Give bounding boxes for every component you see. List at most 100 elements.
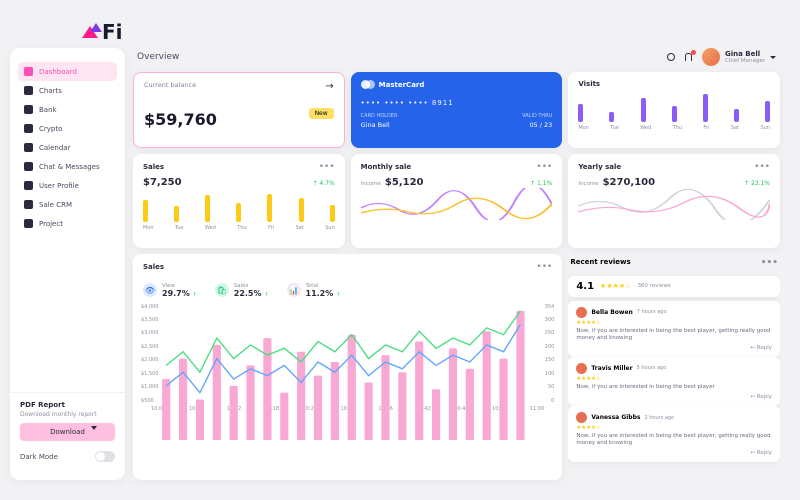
reviews-menu-button[interactable]: ••• [761, 258, 778, 268]
card-holder: Gina Bell [361, 121, 390, 129]
metric-icon: 👁 [143, 283, 157, 297]
combo-chart: $4,000$3,500$3,000$2,500$2,000$1,500$1,0… [143, 304, 552, 404]
metric-view: 👁View29.7% ↑ [143, 283, 197, 298]
sidebar-item-charts[interactable]: Charts [18, 81, 117, 100]
star-icon: ★★★★☆ [600, 282, 631, 290]
download-button[interactable]: Download [20, 423, 115, 441]
bar [236, 203, 241, 222]
rating-value: 4.1 [576, 281, 594, 292]
bar [205, 195, 210, 221]
nav-icon [24, 143, 33, 152]
nav-icon [24, 105, 33, 114]
nav-icon [24, 67, 33, 76]
monthly-menu-button[interactable]: ••• [536, 162, 552, 172]
bar [267, 194, 272, 222]
bar [641, 98, 646, 122]
balance-amount: $59,760 [144, 110, 217, 129]
nav-label: Bank [39, 106, 57, 114]
yearly-sale-card: Yearly sale••• Income$270,10023.1% [568, 154, 780, 248]
bar [174, 206, 179, 222]
notification-badge [691, 50, 696, 55]
yearly-sparkline [578, 188, 770, 220]
credit-card: MasterCard •••• •••• •••• 8911 CARD HOLD… [351, 72, 563, 148]
big-sales-chart-card: Sales ••• 👁View29.7% ↑ 🛍Sales22.5% ↑ 📊Total… [133, 254, 562, 480]
metric-total: 📊Total11.2% ↑ [287, 283, 341, 298]
user-role: Chief Manager [725, 58, 765, 64]
settings-button[interactable] [666, 52, 676, 62]
review-text: Now, if you are interested in being the … [576, 328, 772, 342]
yearly-pct: 23.1% [744, 180, 770, 187]
nav-icon [24, 86, 33, 95]
review-time: 5 hours ago [637, 365, 667, 371]
sales-pct: 4.7% [312, 180, 334, 187]
dark-mode-toggle[interactable] [95, 451, 115, 462]
review-count: 360 reviews [637, 283, 670, 289]
bar [703, 94, 708, 122]
balance-card: Current balance → $59,760 New [133, 72, 345, 148]
yearly-label: Income [578, 181, 598, 187]
brand-logo: Fi [82, 20, 123, 44]
sales-menu-button[interactable]: ••• [319, 162, 335, 172]
bar [672, 106, 677, 122]
sidebar-item-chat-messages[interactable]: Chat & Messages [18, 157, 117, 176]
user-menu[interactable]: Gina Bell Chief Manager [702, 48, 776, 66]
review-stars: ★★★★☆ [576, 425, 772, 431]
nav-icon [24, 124, 33, 133]
balance-label: Current balance [144, 81, 196, 92]
bar [609, 112, 614, 122]
metric-icon: 🛍 [215, 283, 229, 297]
sales-title: Sales [143, 163, 164, 171]
review-text: Now, if you are interested in being the … [576, 384, 772, 391]
card-holder-label: CARD HOLDER [361, 113, 398, 119]
metric-icon: 📊 [287, 283, 301, 297]
balance-arrow-button[interactable]: → [325, 81, 333, 92]
reviewer-name: Bella Bowen [591, 309, 632, 316]
big-chart-menu-button[interactable]: ••• [536, 262, 552, 272]
reply-button[interactable]: ↩ Reply [576, 345, 772, 351]
sidebar-item-sale-crm[interactable]: Sale CRM [18, 195, 117, 214]
topbar: Overview Gina Bell Chief Manager [133, 48, 780, 66]
bar [143, 200, 148, 222]
sidebar: Dashboard Charts Bank Crypto Calendar Chat & … [10, 48, 125, 480]
big-chart-title: Sales [143, 263, 164, 271]
nav-icon [24, 162, 33, 171]
monthly-label: Income [361, 181, 381, 187]
nav-label: Calendar [39, 144, 70, 152]
review-card: Vanessa Gibbs 2 hours ago ★★★★☆ Now, if you… [568, 406, 780, 462]
bar [765, 101, 770, 122]
sidebar-item-project[interactable]: Project [18, 214, 117, 233]
gear-icon [667, 53, 675, 61]
nav-label: Sale CRM [39, 201, 72, 209]
sidebar-item-crypto[interactable]: Crypto [18, 119, 117, 138]
sales-value: $7,250 [143, 177, 182, 188]
nav-label: Dashboard [39, 68, 77, 76]
monthly-title: Monthly sale [361, 163, 412, 171]
sales-card: Sales••• $7,2504.7% MonTueWedThuFriSatSu… [133, 154, 345, 248]
notifications-button[interactable] [684, 52, 694, 62]
bar [330, 205, 335, 222]
review-text: Now, if you are interested in being the … [576, 433, 772, 447]
reviewer-name: Vanessa Gibbs [591, 414, 640, 421]
nav-label: Crypto [39, 125, 62, 133]
dark-mode-label: Dark Mode [20, 453, 58, 461]
reply-button[interactable]: ↩ Reply [576, 394, 772, 400]
logo-mark-icon [82, 26, 98, 38]
bar [734, 109, 739, 122]
page-title: Overview [137, 52, 179, 62]
review-time: 7 hours ago [637, 309, 667, 315]
brand-text: Fi [102, 20, 123, 44]
reviews-panel: Recent reviews••• 4.1 ★★★★☆ 360 reviews … [568, 254, 780, 480]
yearly-menu-button[interactable]: ••• [754, 162, 770, 172]
sidebar-item-dashboard[interactable]: Dashboard [18, 62, 117, 81]
reviews-title: Recent reviews [570, 258, 630, 268]
sidebar-item-user-profile[interactable]: User Profile [18, 176, 117, 195]
card-valid: 05 / 23 [529, 121, 552, 129]
review-time: 2 hours ago [644, 415, 674, 421]
sidebar-item-bank[interactable]: Bank [18, 100, 117, 119]
pdf-report-subtitle: Download monthly report [20, 411, 115, 418]
nav-label: Charts [39, 87, 62, 95]
reply-button[interactable]: ↩ Reply [576, 450, 772, 456]
nav-icon [24, 200, 33, 209]
metric-sales: 🛍Sales22.5% ↑ [215, 283, 269, 298]
sidebar-item-calendar[interactable]: Calendar [18, 138, 117, 157]
